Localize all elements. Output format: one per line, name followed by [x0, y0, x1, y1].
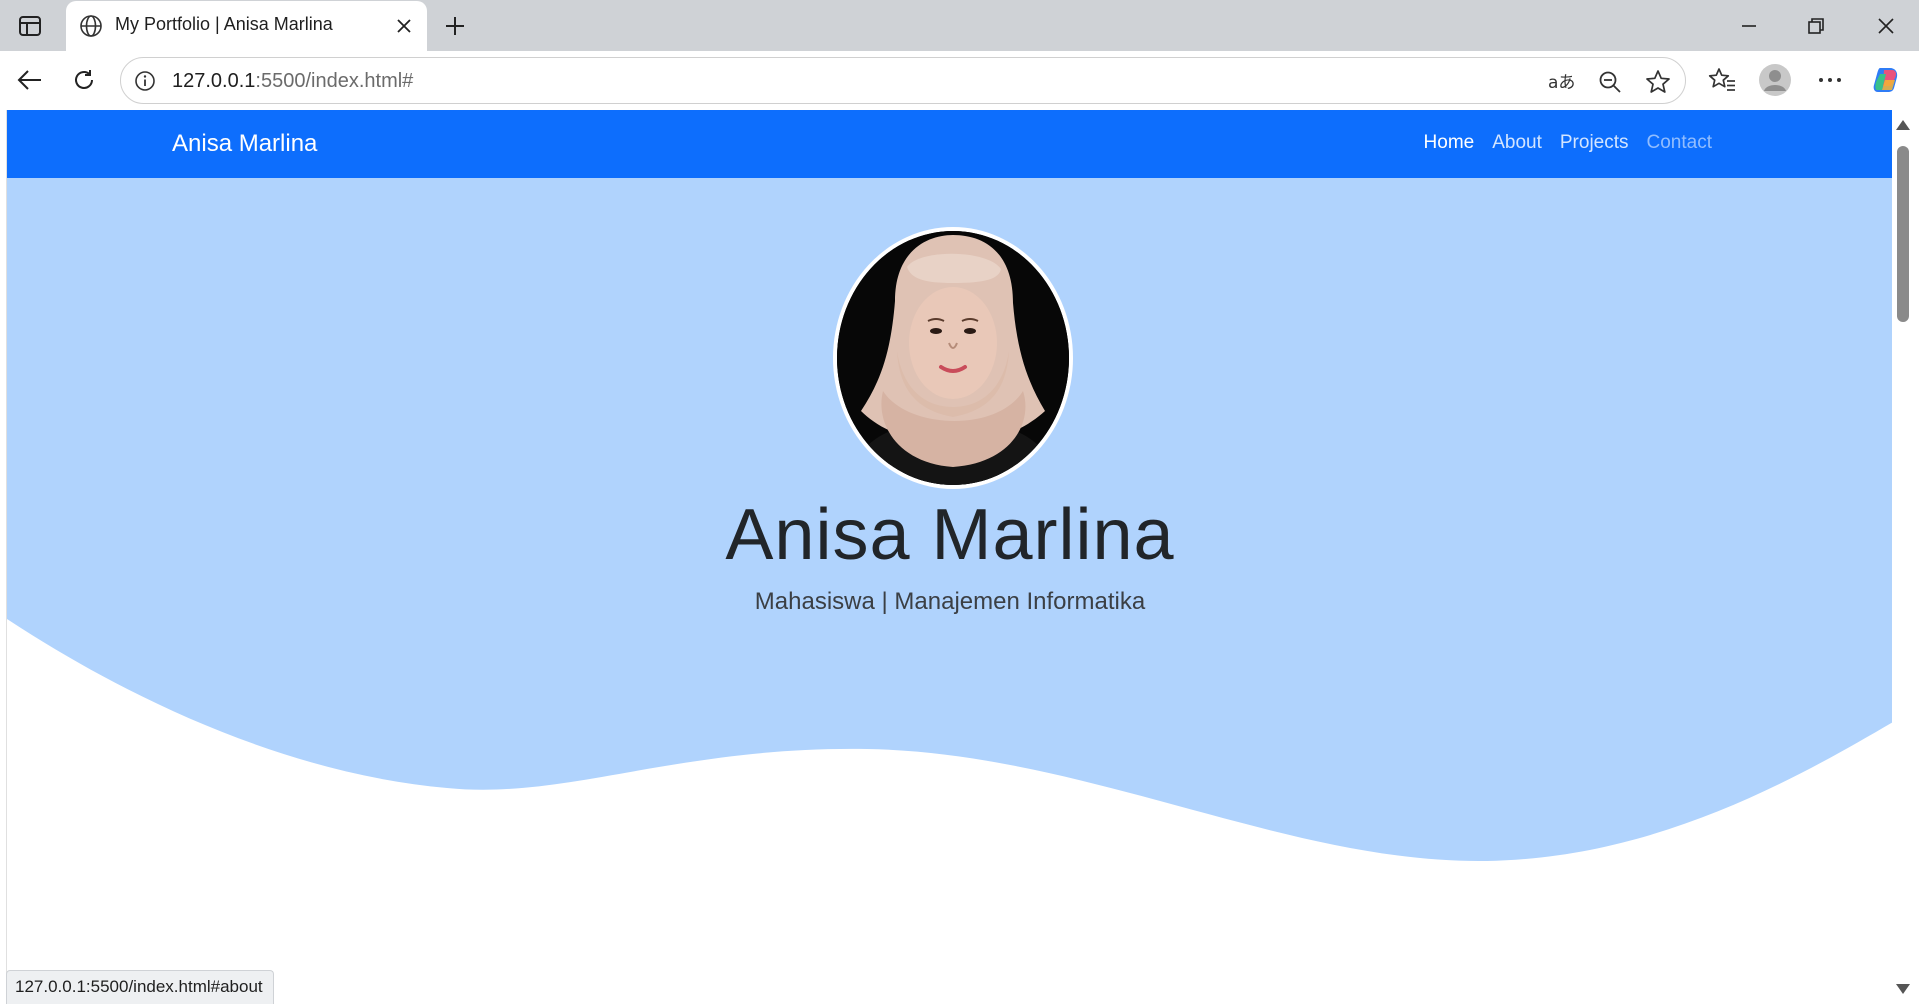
- close-icon[interactable]: [391, 13, 417, 39]
- profile-icon[interactable]: [1757, 62, 1793, 98]
- nav-link-contact[interactable]: Contact: [1638, 132, 1721, 154]
- star-icon[interactable]: [1643, 67, 1673, 97]
- scroll-down-arrow[interactable]: [1896, 984, 1910, 994]
- hero-name: Anisa Marlina: [725, 495, 1175, 575]
- hero-subtitle: Mahasiswa | Manajemen Informatika: [754, 588, 1146, 615]
- profile-photo: [833, 227, 1073, 489]
- back-icon[interactable]: [12, 62, 48, 98]
- hero-section: Anisa Marlina Mahasiswa | Manajemen Info…: [7, 178, 1892, 1004]
- tab-title: My Portfolio | Anisa Marlina: [115, 14, 333, 34]
- browser-tab[interactable]: My Portfolio | Anisa Marlina: [66, 1, 427, 51]
- minimize-icon[interactable]: [1729, 8, 1769, 44]
- close-window-icon[interactable]: [1866, 8, 1906, 44]
- plus-icon[interactable]: [438, 9, 472, 43]
- read-aloud-icon[interactable]: aあ: [1547, 67, 1577, 97]
- favorites-icon[interactable]: [1704, 62, 1740, 98]
- reload-icon[interactable]: [66, 62, 102, 98]
- address-bar[interactable]: 127.0.0.1:5500/index.html# aあ: [120, 57, 1686, 104]
- svg-text:aあ: aあ: [1548, 73, 1575, 93]
- page-viewport: Anisa Marlina Home About Projects Contac…: [6, 110, 1892, 1004]
- more-icon[interactable]: [1812, 62, 1848, 98]
- tab-bar: My Portfolio | Anisa Marlina: [0, 0, 1919, 51]
- sidebar-icon[interactable]: [14, 11, 46, 41]
- nav-link-about[interactable]: About: [1483, 132, 1551, 154]
- globe-icon: [78, 13, 104, 39]
- nav-link-projects[interactable]: Projects: [1551, 132, 1638, 154]
- browser-toolbar: 127.0.0.1:5500/index.html# aあ: [0, 51, 1919, 109]
- scroll-up-arrow[interactable]: [1896, 120, 1910, 130]
- zoom-out-icon[interactable]: [1595, 67, 1625, 97]
- navbar-brand[interactable]: Anisa Marlina: [172, 130, 317, 158]
- restore-icon[interactable]: [1796, 8, 1836, 44]
- page-scrollbar[interactable]: [1892, 110, 1914, 1004]
- site-navbar: Anisa Marlina Home About Projects Contac…: [7, 110, 1892, 178]
- nav-link-home[interactable]: Home: [1415, 132, 1484, 154]
- scroll-thumb[interactable]: [1897, 146, 1909, 322]
- url-text: 127.0.0.1:5500/index.html#: [172, 70, 414, 92]
- nav-links: Home About Projects Contact: [1415, 132, 1721, 154]
- status-url: 127.0.0.1:5500/index.html#about: [6, 970, 274, 1004]
- copilot-icon[interactable]: [1868, 62, 1904, 98]
- info-icon[interactable]: [131, 67, 159, 95]
